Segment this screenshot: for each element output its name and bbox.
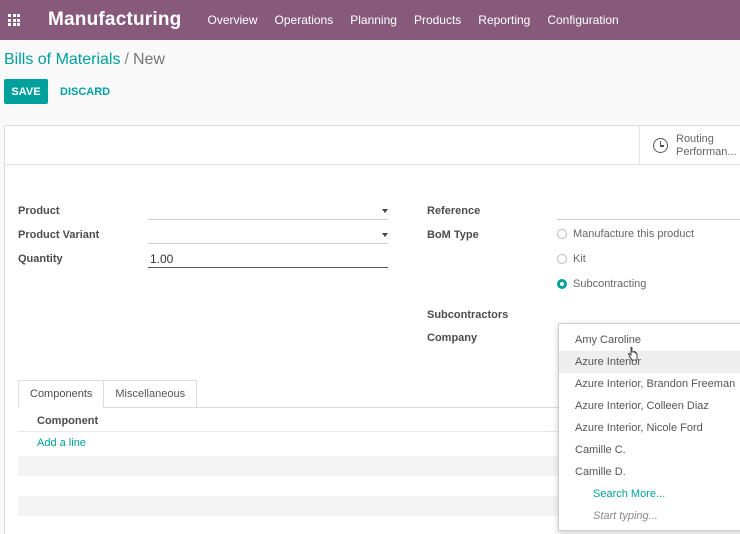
dropdown-item[interactable]: Azure Interior, Nicole Ford [559, 417, 740, 439]
chevron-down-icon[interactable] [382, 233, 388, 237]
component-column-header[interactable]: Component [37, 415, 98, 427]
radio-circle[interactable] [557, 254, 567, 264]
breadcrumb: Bills of Materials / New [4, 51, 165, 69]
menu-reporting[interactable]: Reporting [478, 13, 530, 27]
hand-cursor-icon [628, 347, 638, 361]
dropdown-item[interactable]: Camille C. [559, 439, 740, 461]
notebook-tabs: Components Miscellaneous [18, 380, 198, 408]
apps-menu-button[interactable] [2, 0, 26, 40]
breadcrumb-current: New [132, 51, 165, 68]
radio-label-kit: Kit [573, 253, 586, 265]
dropdown-item[interactable]: Azure Interior, Brandon Freeman [559, 373, 740, 395]
product-variant-label: Product Variant [18, 229, 100, 241]
product-field[interactable] [148, 202, 388, 220]
chevron-down-icon[interactable] [382, 209, 388, 213]
subcontractors-autocomplete-dropdown: Amy Caroline Azure Interior Azure Interi… [558, 323, 740, 531]
menu-products[interactable]: Products [414, 13, 461, 27]
menu-planning[interactable]: Planning [350, 13, 397, 27]
clock-icon [653, 138, 668, 153]
quantity-input[interactable]: 1.00 [148, 250, 388, 268]
apps-grid-icon [8, 14, 20, 26]
dropdown-item[interactable]: Azure Interior [559, 351, 740, 373]
routing-label-line1: Routing [676, 132, 714, 145]
quantity-label: Quantity [18, 253, 63, 265]
radio-subcontracting[interactable]: Subcontracting [557, 278, 646, 290]
reference-label: Reference [427, 205, 481, 217]
discard-button[interactable]: DISCARD [60, 79, 110, 104]
subcontractors-label: Subcontractors [427, 309, 509, 321]
breadcrumb-separator: / [124, 51, 129, 68]
radio-label-manufacture: Manufacture this product [573, 228, 695, 240]
app-title[interactable]: Manufacturing [48, 9, 182, 31]
save-button[interactable]: SAVE [4, 79, 48, 104]
radio-circle-checked[interactable] [557, 279, 567, 289]
menu-overview[interactable]: Overview [208, 13, 258, 27]
routing-performance-button[interactable]: Routing Performan... [639, 126, 740, 165]
menu-configuration[interactable]: Configuration [547, 13, 618, 27]
tab-miscellaneous[interactable]: Miscellaneous [104, 380, 198, 408]
start-typing-hint: Start typing... [593, 510, 658, 522]
search-more-link[interactable]: Search More... [559, 483, 740, 505]
tab-components[interactable]: Components [18, 380, 105, 408]
company-label: Company [427, 332, 478, 344]
radio-circle[interactable] [557, 229, 567, 239]
radio-kit[interactable]: Kit [557, 253, 586, 265]
product-variant-field[interactable] [148, 226, 388, 244]
bom-type-label: BoM Type [427, 229, 479, 241]
reference-input[interactable] [557, 202, 740, 220]
dropdown-item[interactable]: Azure Interior, Colleen Diaz [559, 395, 740, 417]
top-navbar: Manufacturing Overview Operations Planni… [0, 0, 740, 40]
radio-manufacture[interactable]: Manufacture this product [557, 228, 694, 240]
breadcrumb-bills-of-materials[interactable]: Bills of Materials [4, 51, 120, 68]
product-label: Product [18, 205, 60, 217]
add-a-line-link[interactable]: Add a line [37, 437, 86, 449]
button-box: Routing Performan... [5, 126, 740, 165]
menu-operations[interactable]: Operations [275, 13, 334, 27]
dropdown-item[interactable]: Amy Caroline [559, 329, 740, 351]
dropdown-item[interactable]: Camille D. [559, 461, 740, 483]
radio-label-subcontracting: Subcontracting [573, 278, 647, 290]
routing-label-line2: Performan... [676, 145, 737, 158]
